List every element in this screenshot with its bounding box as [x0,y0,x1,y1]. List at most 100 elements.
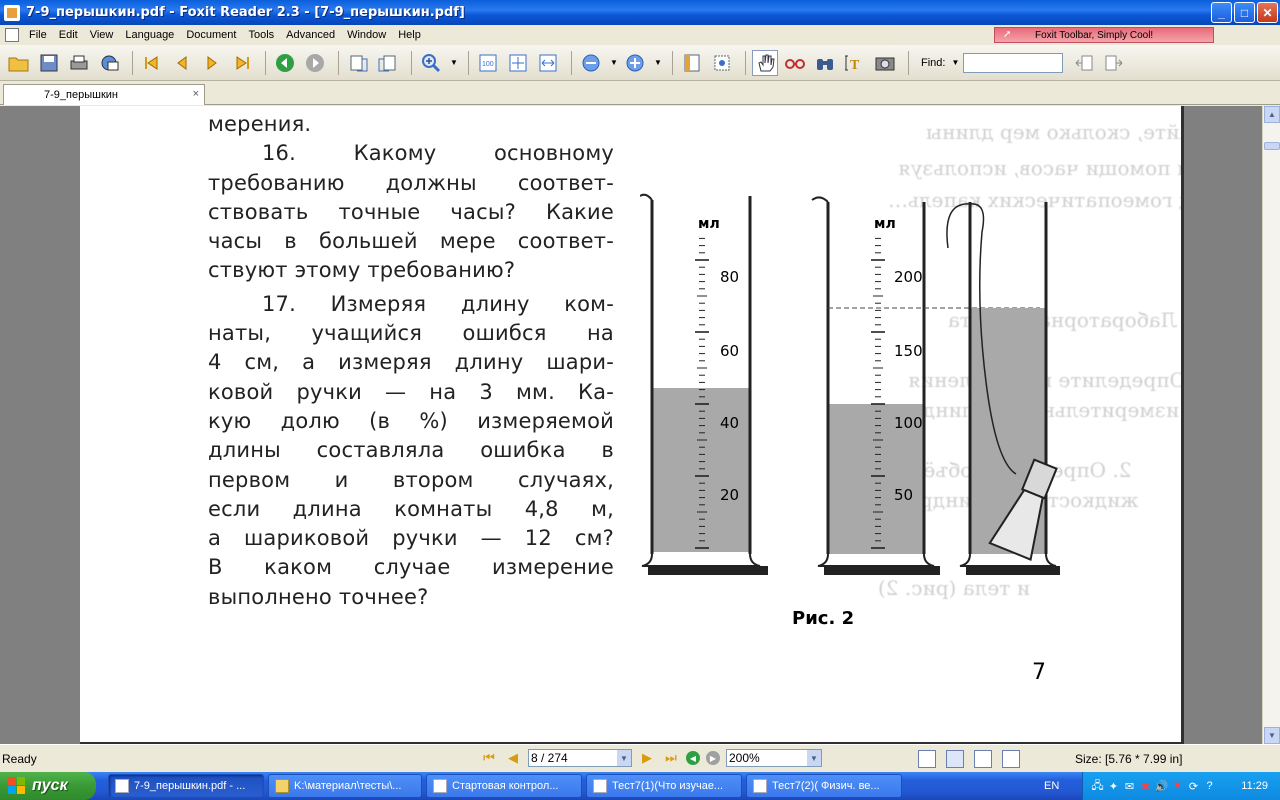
actual-size-icon[interactable]: 100 [475,50,501,76]
snapshot-frame-icon[interactable] [709,50,735,76]
svg-text:100: 100 [482,61,494,68]
first-page-icon[interactable] [139,50,165,76]
forward-icon[interactable] [302,50,328,76]
email-globe-icon[interactable] [96,50,122,76]
foxit-toolbar-banner[interactable]: ➚ Foxit Toolbar, Simply Cool! [994,27,1214,43]
find-next-icon[interactable] [1101,50,1127,76]
windows-logo-icon [8,777,26,795]
tab-close-icon[interactable]: × [193,88,199,100]
single-page-icon[interactable] [918,750,936,768]
word-doc-icon [433,779,447,793]
minimize-button[interactable]: _ [1211,2,1232,23]
menu-language[interactable]: Language [119,29,180,41]
next-page-icon[interactable]: ▶ [638,749,656,767]
fit-width-icon[interactable] [535,50,561,76]
taskbar-item-folder[interactable]: K:\материал\тесты\... [268,774,422,798]
zoom-out-dropdown-icon[interactable]: ▼ [608,50,620,76]
next-page-icon[interactable] [199,50,225,76]
status-bar: Ready ⏮ ◀ 8 / 274 ▼ ▶ ⏭ ◀ ▶ 200% ▼ Size:… [0,744,1280,772]
taskbar-item-word-1[interactable]: Стартовая контрол... [426,774,582,798]
toolbar-separator [411,50,412,75]
fit-page-icon[interactable] [505,50,531,76]
task-label: K:\материал\тесты\... [294,780,402,792]
taskbar: пуск 7-9_перышкин.pdf - ... K:\материал\… [0,772,1280,800]
zoom-dropdown-icon[interactable]: ▼ [448,50,460,76]
menu-view[interactable]: View [84,29,120,41]
menu-file[interactable]: File [23,29,53,41]
menu-help[interactable]: Help [392,29,427,41]
zoom-in-tool-icon[interactable] [418,50,444,76]
zoom-in-icon[interactable] [622,50,648,76]
text-line: ствовать точные часы? Какие [208,199,614,224]
hand-tool-icon[interactable] [752,49,778,76]
start-button[interactable]: пуск [0,772,96,800]
volume-icon[interactable]: 🔊 [1155,780,1169,793]
find-binoculars-icon[interactable] [812,50,838,76]
toolbar-separator [745,50,746,75]
last-page-icon[interactable] [229,50,255,76]
forward-icon[interactable]: ▶ [706,751,720,765]
document-icon[interactable] [5,28,19,42]
page-number-field[interactable]: 8 / 274 ▼ [528,749,632,767]
vertical-scrollbar[interactable]: ▲ ▼ [1262,106,1280,744]
network-icon[interactable]: 🖧 [1091,780,1104,793]
scroll-up-icon[interactable]: ▲ [1264,106,1280,123]
text-select-icon[interactable]: T [842,50,868,76]
menu-advanced[interactable]: Advanced [280,29,341,41]
taskbar-item-word-3[interactable]: Тест7(2)( Физич. ве... [746,774,902,798]
update-icon[interactable]: ⟳ [1187,780,1200,793]
foxit-app-icon[interactable] [4,4,20,21]
zoom-level-field[interactable]: 200% ▼ [726,749,822,767]
text-line: ковой ручки — на 3 мм. Ка- [208,379,614,404]
scroll-down-icon[interactable]: ▼ [1264,727,1280,744]
chevron-down-icon[interactable]: ▼ [617,750,631,766]
figure-caption: Рис. 2 [792,608,855,629]
menu-bar: File Edit View Language Document Tools A… [0,25,1280,45]
facing-pages-icon[interactable] [974,750,992,768]
menu-document[interactable]: Document [180,29,242,41]
continuous-facing-icon[interactable] [1002,750,1020,768]
scroll-thumb[interactable] [1264,142,1280,150]
task-label: 7-9_перышкин.pdf - ... [134,780,246,792]
close-button[interactable]: ✕ [1257,2,1278,23]
find-input[interactable] [963,52,1064,73]
language-indicator[interactable]: EN [1044,780,1059,792]
first-page-icon[interactable]: ⏮ [480,749,498,767]
reading-glasses-icon[interactable] [782,50,808,76]
menu-edit[interactable]: Edit [53,29,84,41]
task-label: Тест7(2)( Физич. ве... [772,780,880,792]
print-icon[interactable] [66,50,92,76]
save-icon[interactable] [36,50,62,76]
prev-page-icon[interactable]: ◀ [504,749,522,767]
rotate-left-icon[interactable] [345,50,371,76]
last-page-icon[interactable]: ⏭ [662,749,680,767]
taskbar-item-word-2[interactable]: Тест7(1)(Что изучае... [586,774,742,798]
zoom-out-icon[interactable] [578,50,604,76]
continuous-page-icon[interactable] [946,750,964,768]
menu-tools[interactable]: Tools [242,29,280,41]
zoom-in-dropdown-icon[interactable]: ▼ [652,50,664,76]
taskbar-item-foxit[interactable]: 7-9_перышкин.pdf - ... [108,774,264,798]
prev-page-icon[interactable] [169,50,195,76]
page-size-info: Size: [5.76 * 7.99 in] [1075,752,1183,766]
maximize-button[interactable]: □ [1234,2,1255,23]
bookmark-panel-icon[interactable] [679,50,705,76]
menu-window[interactable]: Window [341,29,392,41]
bleed-line: при помощи часов, используя [898,156,1181,180]
chevron-down-icon[interactable]: ▼ [807,750,821,766]
tab-document[interactable]: 7-9_перышкин × [3,84,205,105]
snapshot-camera-icon[interactable] [872,50,898,76]
rotate-right-icon[interactable] [375,50,401,76]
shield-icon[interactable]: ▼ [1171,780,1184,793]
help-icon[interactable]: ? [1203,780,1216,793]
find-previous-icon[interactable] [1071,50,1097,76]
messenger-icon[interactable]: ✉ [1123,780,1136,793]
back-icon[interactable] [272,50,298,76]
antivirus-icon[interactable]: ✖ [1139,780,1152,793]
find-options-dropdown-icon[interactable]: ▼ [949,50,961,76]
text-line: мерения. [208,112,312,136]
open-folder-icon[interactable] [6,50,32,76]
document-viewport[interactable]: 22. Сосчитайте, сколько мер длины при по… [0,106,1262,744]
back-icon[interactable]: ◀ [686,751,700,765]
security-icon[interactable]: ✦ [1107,780,1120,793]
